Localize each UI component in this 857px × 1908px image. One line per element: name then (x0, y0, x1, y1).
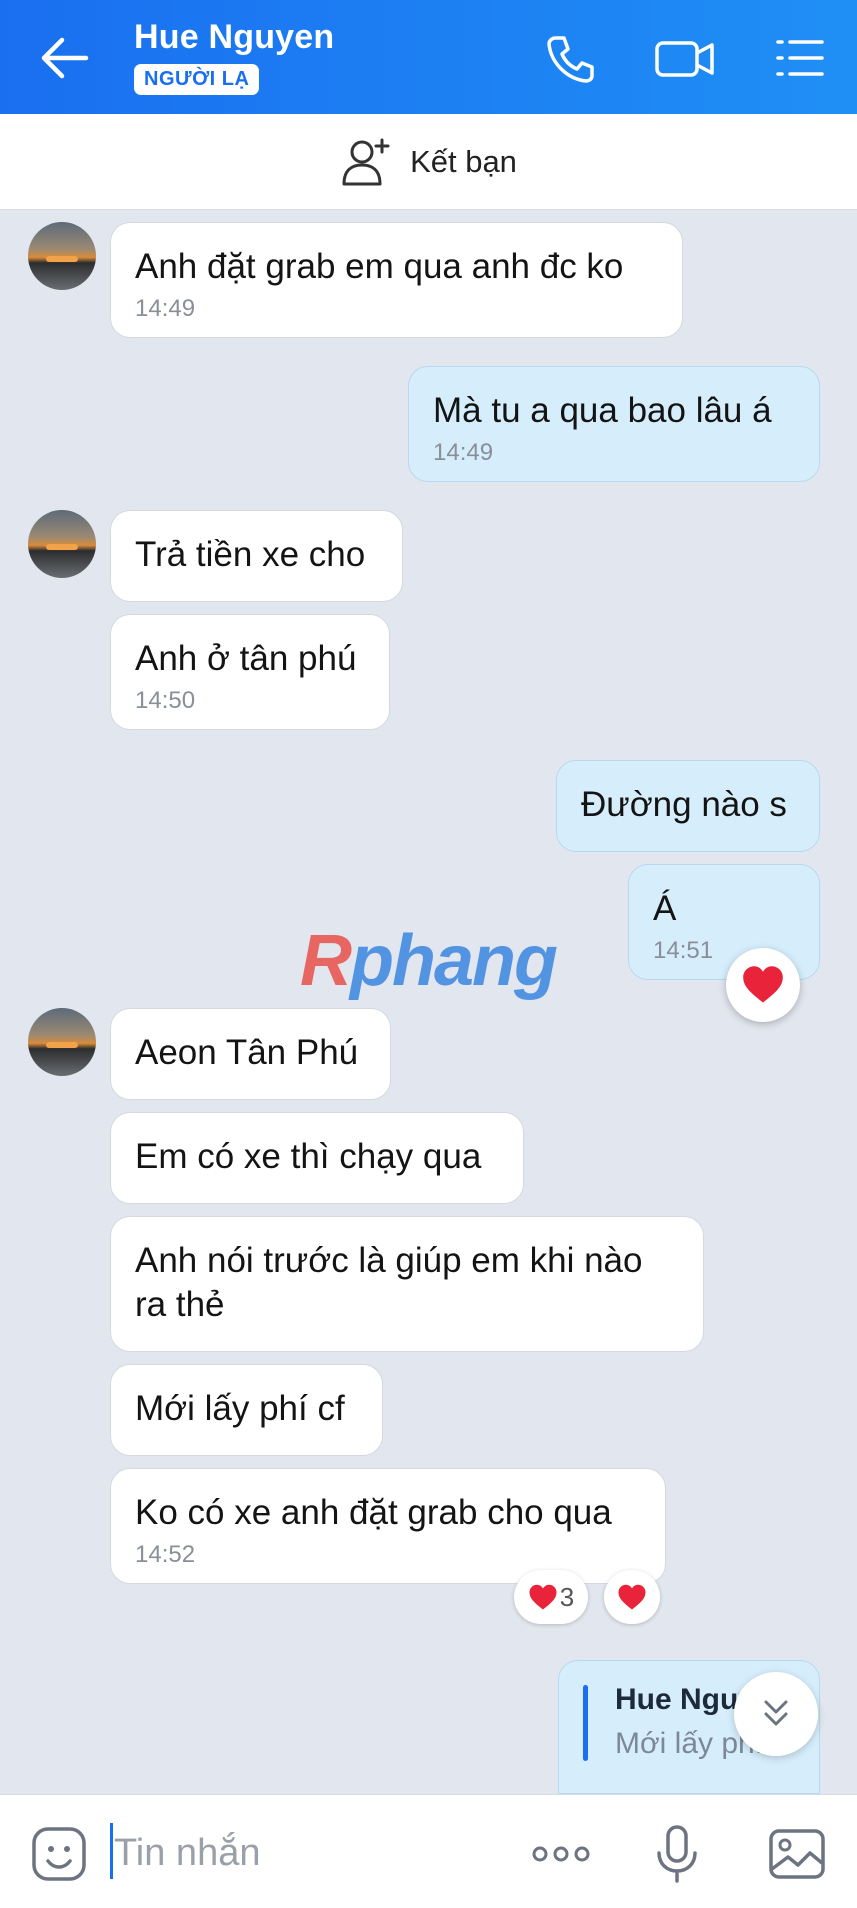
avatar[interactable] (28, 510, 96, 578)
message-bubble[interactable]: Anh nói trước là giúp em khi nào ra thẻ (110, 1216, 704, 1352)
more-options-icon[interactable] (528, 1823, 594, 1885)
reaction-count-chip[interactable]: 3 (514, 1570, 588, 1624)
double-chevron-down-icon (764, 1700, 788, 1726)
message-bubble[interactable]: Em có xe thì chạy qua (110, 1112, 524, 1204)
back-arrow-icon[interactable] (36, 30, 96, 86)
message-input-bar (0, 1794, 857, 1908)
message-time: 14:52 (135, 1541, 196, 1568)
message-text: Ko có xe anh đặt grab cho qua (135, 1493, 612, 1532)
heart-icon (743, 966, 783, 1003)
heart-icon (618, 1584, 646, 1609)
message-input[interactable] (114, 1825, 494, 1881)
heart-reaction[interactable] (726, 948, 800, 1022)
message-time: 14:50 (135, 687, 196, 714)
contact-name[interactable]: Hue Nguyen (134, 18, 334, 57)
avatar[interactable] (28, 222, 96, 290)
message-text: Trả tiền xe cho (135, 535, 366, 574)
scroll-to-bottom-button[interactable] (734, 1672, 818, 1756)
add-reaction-button[interactable] (604, 1570, 660, 1624)
message-list[interactable]: Anh đặt grab em qua anh đc ko 14:49 Mà t… (0, 210, 857, 1794)
message-bubble[interactable]: Ko có xe anh đặt grab cho qua 14:52 (110, 1468, 666, 1584)
quote-bar (583, 1685, 588, 1761)
message-time: 14:49 (135, 295, 196, 322)
message-text: Mà tu a qua bao lâu á (433, 391, 772, 430)
add-friend-button[interactable]: Kết bạn (0, 114, 857, 210)
menu-list-icon[interactable] (770, 28, 830, 88)
message-text: Đường nào s (581, 785, 787, 824)
message-text: Anh ở tân phú (135, 639, 357, 678)
image-icon[interactable] (766, 1823, 828, 1885)
message-bubble[interactable]: Anh ở tân phú 14:50 (110, 614, 390, 730)
message-bubble[interactable]: Đường nào s (556, 760, 820, 852)
watermark-logo: Rphang (300, 921, 558, 1001)
message-text: Em có xe thì chạy qua (135, 1137, 482, 1176)
chat-header: Hue Nguyen NGƯỜI LẠ (0, 0, 857, 114)
add-friend-icon (342, 138, 390, 185)
message-time: 14:49 (433, 439, 494, 466)
message-text: Mới lấy phí cf (135, 1389, 345, 1428)
add-friend-label: Kết bạn (410, 143, 517, 179)
message-text: Anh nói trước là giúp em khi nào ra thẻ (135, 1241, 643, 1324)
message-bubble[interactable]: Aeon Tân Phú (110, 1008, 391, 1100)
message-text: Aeon Tân Phú (135, 1033, 359, 1072)
message-bubble[interactable]: Anh đặt grab em qua anh đc ko 14:49 (110, 222, 683, 338)
heart-icon (529, 1584, 557, 1609)
stranger-badge: NGƯỜI LẠ (134, 64, 260, 95)
phone-call-icon[interactable] (540, 28, 600, 88)
message-bubble[interactable]: Mới lấy phí cf (110, 1364, 383, 1456)
reaction-count: 3 (559, 1581, 575, 1612)
avatar[interactable] (28, 1008, 96, 1076)
sticker-icon[interactable] (28, 1823, 90, 1885)
video-call-icon[interactable] (652, 28, 718, 88)
message-bubble[interactable]: Mà tu a qua bao lâu á 14:49 (408, 366, 820, 482)
message-text: Anh đặt grab em qua anh đc ko (135, 247, 624, 286)
message-text: Á (653, 889, 677, 928)
microphone-icon[interactable] (646, 1823, 708, 1885)
message-bubble[interactable]: Trả tiền xe cho (110, 510, 403, 602)
text-cursor (110, 1823, 113, 1879)
